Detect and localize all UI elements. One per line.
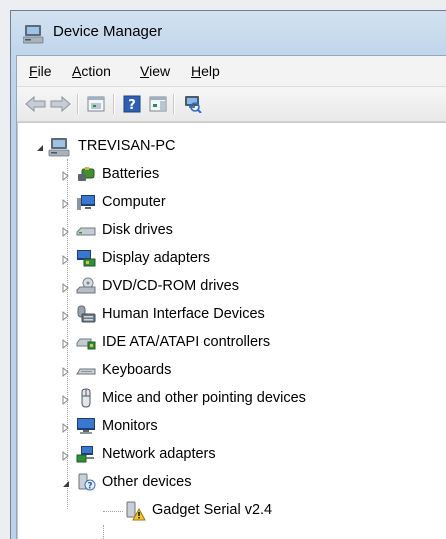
collapse-triangle-icon[interactable] (35, 143, 45, 153)
tree-item-label: Disk drives (102, 222, 173, 238)
unknown-device-icon: ? (78, 473, 96, 492)
tree-item-disk-drives[interactable]: Disk drives (18, 219, 438, 243)
menu-view-label: iew (149, 63, 171, 79)
tree-item-display-adapters[interactable]: Display adapters (18, 247, 438, 271)
action-pane-button[interactable] (147, 94, 169, 114)
disk-drive-icon (76, 227, 96, 236)
keyboard-icon (76, 368, 96, 375)
device-tree: TREVISAN-PC Batteries Computer Disk driv… (17, 122, 446, 539)
mouse-icon (81, 388, 91, 408)
expand-triangle-icon[interactable] (61, 255, 71, 265)
computer-icon (48, 138, 70, 157)
tree-item-batteries[interactable]: Batteries (18, 163, 438, 187)
collapse-triangle-icon[interactable] (61, 479, 71, 489)
scan-hardware-button[interactable] (181, 94, 203, 114)
warning-device-icon (126, 501, 146, 521)
expand-triangle-icon[interactable] (61, 199, 71, 209)
device-manager-window: Device Manager File Action View Help ? T… (10, 10, 446, 539)
tree-item-label: Gadget Serial v2.4 (152, 502, 273, 518)
tree-item-label: IDE ATA/ATAPI controllers (102, 334, 271, 350)
properties-button[interactable] (85, 94, 107, 114)
toolbar-separator (77, 94, 79, 114)
toolbar-separator (113, 94, 115, 114)
menu-action-label: ction (81, 63, 111, 79)
svg-text:?: ? (87, 482, 92, 492)
client-area: File Action View Help ? TREVISAN-PC Batt… (16, 55, 446, 539)
tree-item-label: Batteries (102, 166, 160, 182)
help-icon: ? (123, 95, 141, 113)
tree-item-human-interface-devices[interactable]: Human Interface Devices (18, 303, 438, 327)
menu-view[interactable]: View (140, 63, 170, 79)
menu-file-mnemonic: F (29, 63, 38, 79)
tree-item-partial (18, 527, 438, 537)
tree-item-dvd-drives[interactable]: DVD/CD-ROM drives (18, 275, 438, 299)
expand-triangle-icon[interactable] (61, 171, 71, 181)
tree-item-monitors[interactable]: Monitors (18, 415, 438, 439)
battery-icon (78, 167, 95, 181)
expand-triangle-icon[interactable] (61, 367, 71, 377)
tree-item-label: Computer (102, 194, 166, 210)
hid-icon (77, 305, 96, 323)
action-pane-icon (149, 96, 167, 112)
tree-item-computer[interactable]: Computer (18, 191, 438, 215)
expand-triangle-icon[interactable] (61, 339, 71, 349)
tree-item-label: Mice and other pointing devices (102, 390, 306, 406)
menu-help[interactable]: Help (191, 63, 220, 79)
tree-root[interactable]: TREVISAN-PC (18, 135, 438, 159)
tree-item-label: Display adapters (102, 250, 210, 266)
computer-monitor-icon (77, 195, 95, 210)
tree-item-network-adapters[interactable]: Network adapters (18, 443, 438, 467)
tree-item-label: Network adapters (102, 446, 216, 462)
expand-triangle-icon[interactable] (61, 423, 71, 433)
properties-icon (87, 96, 105, 112)
menu-file[interactable]: File (29, 63, 52, 79)
scan-hardware-icon (185, 96, 202, 113)
tree-item-label: Human Interface Devices (102, 306, 265, 322)
forward-button[interactable] (49, 94, 71, 114)
ide-controller-icon (76, 338, 96, 350)
menu-action-mnemonic: A (72, 63, 82, 79)
tree-item-label: Other devices (102, 474, 192, 490)
tree-item-label: Monitors (102, 418, 158, 434)
menu-file-label: ile (37, 63, 52, 79)
expand-triangle-icon[interactable] (61, 311, 71, 321)
menu-action[interactable]: Action (72, 63, 111, 79)
tree-item-gadget-serial[interactable]: Gadget Serial v2.4 (18, 499, 438, 523)
back-arrow-icon (25, 96, 46, 112)
tree-root-label: TREVISAN-PC (78, 138, 176, 154)
tree-item-label: Keyboards (102, 362, 172, 378)
tree-item-ide-controllers[interactable]: IDE ATA/ATAPI controllers (18, 331, 438, 355)
expand-triangle-icon[interactable] (61, 283, 71, 293)
menu-help-label: elp (201, 63, 220, 79)
monitor-icon (77, 418, 95, 434)
dvd-drive-icon (76, 277, 96, 294)
back-button[interactable] (25, 94, 47, 114)
toolbar-separator (173, 94, 175, 114)
expand-triangle-icon[interactable] (61, 451, 71, 461)
help-button[interactable]: ? (121, 94, 143, 114)
svg-text:?: ? (128, 98, 136, 113)
menu-view-mnemonic: V (140, 63, 150, 79)
device-manager-icon (23, 25, 44, 44)
display-adapter-icon (77, 250, 96, 267)
tree-item-label: DVD/CD-ROM drives (102, 278, 239, 294)
tree-item-other-devices[interactable]: ? Other devices (18, 471, 438, 495)
toolbar: ? (17, 87, 446, 122)
expand-triangle-icon[interactable] (61, 227, 71, 237)
expand-triangle-icon[interactable] (61, 395, 71, 405)
menu-help-mnemonic: H (191, 63, 202, 79)
tree-item-mice[interactable]: Mice and other pointing devices (18, 387, 438, 411)
menu-bar: File Action View Help (17, 56, 446, 87)
forward-arrow-icon (50, 96, 71, 112)
title-bar[interactable]: Device Manager (11, 11, 446, 55)
network-adapter-icon (76, 446, 94, 463)
tree-item-keyboards[interactable]: Keyboards (18, 359, 438, 383)
window-title: Device Manager (53, 23, 163, 40)
